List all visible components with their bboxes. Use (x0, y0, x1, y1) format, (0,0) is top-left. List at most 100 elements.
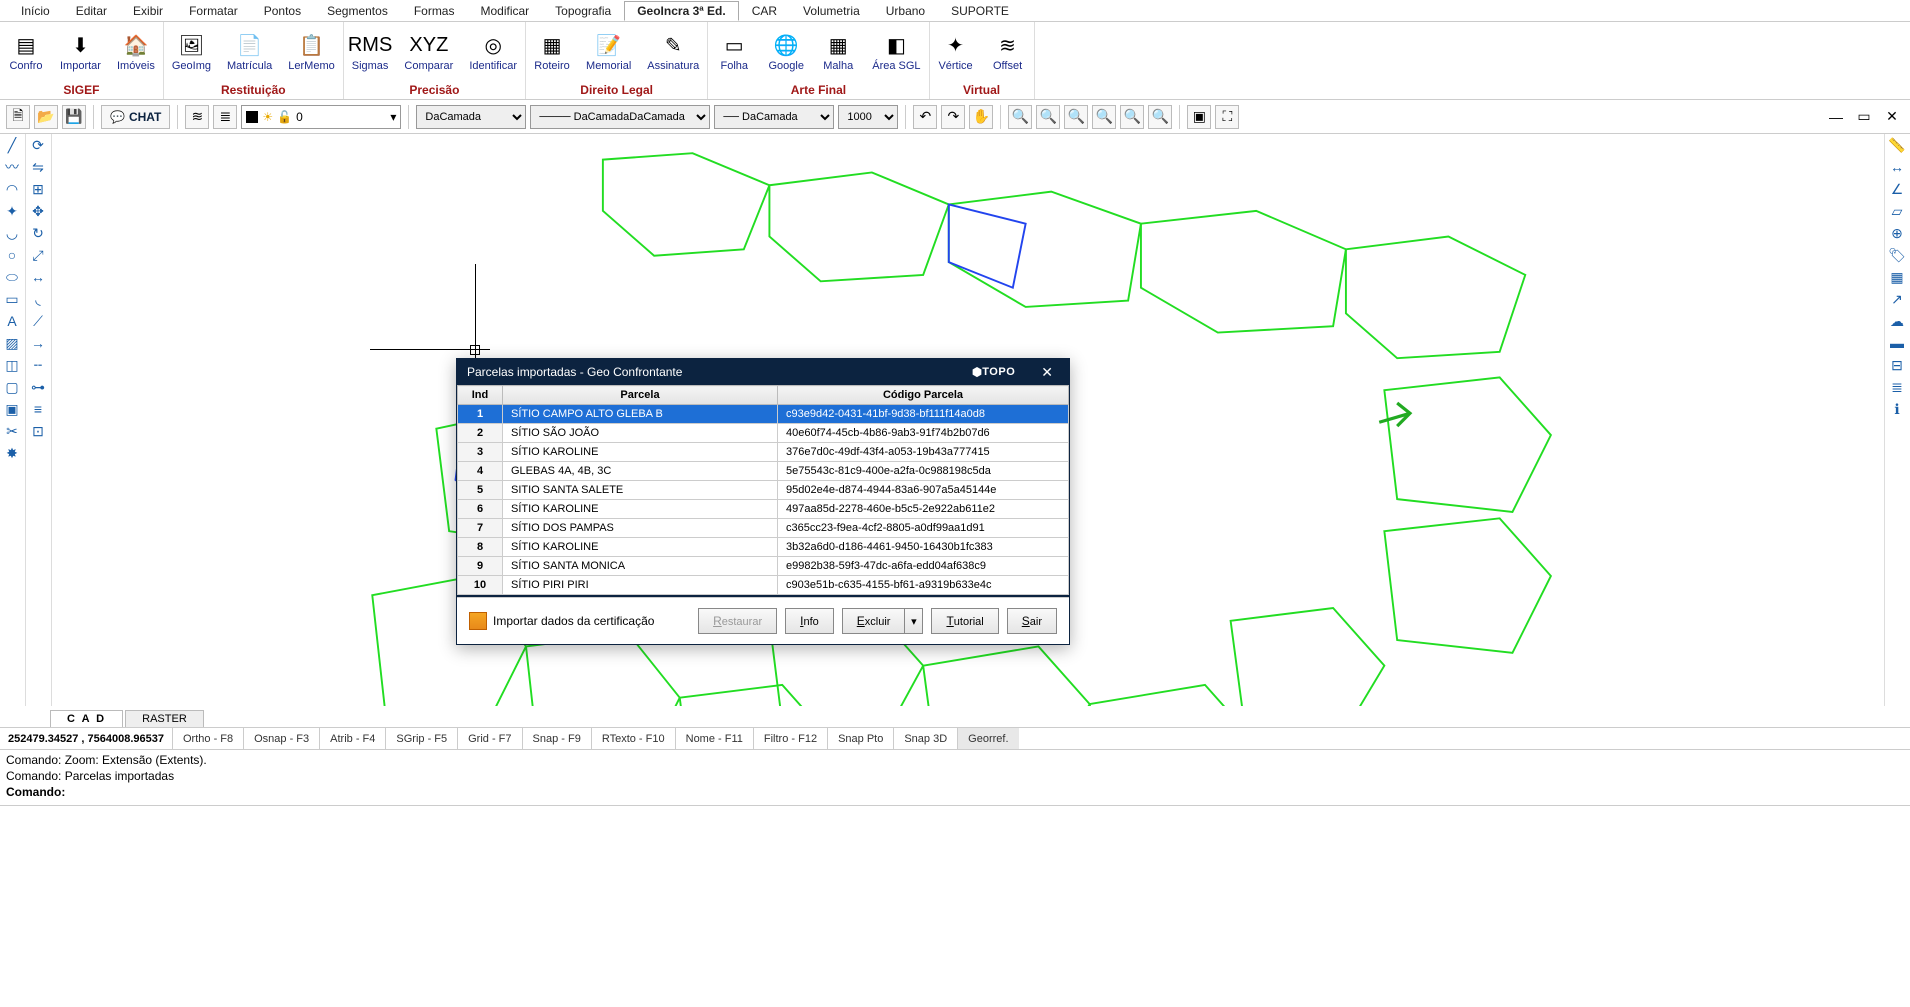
viewport-icon[interactable]: ▣ (1187, 105, 1211, 129)
explode-icon[interactable]: ✸ (0, 442, 24, 464)
status-nome-f11[interactable]: Nome - F11 (675, 728, 753, 749)
ellipse-icon[interactable]: ⬭ (0, 266, 24, 288)
menu-tab-pontos[interactable]: Pontos (251, 1, 314, 21)
tab-cad[interactable]: C A D (50, 710, 123, 727)
circle-icon[interactable]: ○ (0, 244, 24, 266)
color-bylayer-select[interactable]: DaCamada (416, 105, 526, 129)
join-icon[interactable]: ⊶ (26, 376, 50, 398)
status-osnap-f3[interactable]: Osnap - F3 (243, 728, 319, 749)
ribbon-importar-button[interactable]: ⬇Importar (52, 22, 109, 81)
status-atrib-f4[interactable]: Atrib - F4 (319, 728, 385, 749)
leader-icon[interactable]: ↗ (1885, 288, 1909, 310)
trim-icon[interactable]: ✂ (0, 420, 24, 442)
layers-icon[interactable]: ≋ (185, 105, 209, 129)
table-tool-icon[interactable]: ▦ (1885, 266, 1909, 288)
menu-tab-exibir[interactable]: Exibir (120, 1, 176, 21)
angle-icon[interactable]: ∠ (1885, 178, 1909, 200)
new-file-icon[interactable]: 🗎 (6, 105, 30, 129)
ribbon-im-veis-button[interactable]: 🏠Imóveis (109, 22, 163, 81)
save-file-icon[interactable]: 💾 (62, 105, 86, 129)
table-row[interactable]: 4GLEBAS 4A, 4B, 3C5e75543c-81c9-400e-a2f… (458, 462, 1069, 481)
linetype-select[interactable]: ──── DaCamadaDaCamada (530, 105, 710, 129)
hatch-icon[interactable]: ▨ (0, 332, 24, 354)
table-row[interactable]: 5SITIO SANTA SALETE95d02e4e-d874-4944-83… (458, 481, 1069, 500)
arc-icon[interactable]: ◠ (0, 178, 24, 200)
restaurar-button[interactable]: Restaurar (698, 608, 777, 634)
ribbon-assinatura-button[interactable]: ✎Assinatura (639, 22, 707, 81)
status-rtexto-f10[interactable]: RTexto - F10 (591, 728, 675, 749)
ribbon-v-rtice-button[interactable]: ✦Vértice (930, 22, 982, 81)
excluir-button[interactable]: Excluir (842, 608, 906, 634)
wipeout-icon[interactable]: ▬ (1885, 332, 1909, 354)
dialog-titlebar[interactable]: Parcelas importadas - Geo Confrontante ⬢… (457, 359, 1069, 385)
align-icon[interactable]: ≡ (26, 398, 50, 420)
fullscreen-icon[interactable]: ⛶ (1215, 105, 1239, 129)
excluir-dropdown-icon[interactable]: ▾ (905, 608, 923, 634)
menu-tab-modificar[interactable]: Modificar (467, 1, 542, 21)
zoom-out-icon[interactable]: 🔍 (1036, 105, 1060, 129)
zoom-in-icon[interactable]: 🔍 (1008, 105, 1032, 129)
table-row[interactable]: 3SÍTIO KAROLINE376e7d0c-49df-43f4-a053-1… (458, 443, 1069, 462)
open-file-icon[interactable]: 📂 (34, 105, 58, 129)
menu-tab-suporte[interactable]: SUPORTE (938, 1, 1022, 21)
move-icon[interactable]: ✥ (26, 200, 50, 222)
info-button[interactable]: Info (785, 608, 834, 634)
copy-icon[interactable]: ⊡ (26, 420, 50, 442)
table-row[interactable]: 7SÍTIO DOS PAMPASc365cc23-f9ea-4cf2-8805… (458, 519, 1069, 538)
menu-tab-geoincra-3-ed-[interactable]: GeoIncra 3ª Ed. (624, 1, 738, 21)
ribbon-matr-cula-button[interactable]: 📄Matrícula (219, 22, 280, 81)
dimension-icon[interactable]: ↔ (1885, 156, 1909, 178)
dialog-table-wrapper[interactable]: Ind Parcela Código Parcela 1SÍTIO CAMPO … (457, 385, 1069, 597)
ribbon-lermemo-button[interactable]: 📋LerMemo (280, 22, 342, 81)
fillet-icon[interactable]: ◟ (26, 288, 50, 310)
command-area[interactable]: Comando: Zoom: Extensão (Extents). Coman… (0, 750, 1910, 806)
menu-tab-car[interactable]: CAR (739, 1, 790, 21)
props-icon[interactable]: ℹ (1885, 398, 1909, 420)
table-row[interactable]: 10SÍTIO PIRI PIRIc903e51b-c635-4155-bf61… (458, 576, 1069, 595)
polyline-icon[interactable]: 〰 (0, 156, 24, 178)
text-icon[interactable]: A (0, 310, 24, 332)
table-row[interactable]: 2SÍTIO SÃO JOÃO40e60f74-45cb-4b86-9ab3-9… (458, 424, 1069, 443)
tab-raster[interactable]: RASTER (125, 710, 204, 727)
col-ind[interactable]: Ind (458, 386, 503, 405)
zoom-extents-icon[interactable]: 🔍 (1092, 105, 1116, 129)
status-grid-f7[interactable]: Grid - F7 (457, 728, 521, 749)
block-icon[interactable]: ▣ (0, 398, 24, 420)
undo-icon[interactable]: ↶ (913, 105, 937, 129)
label-icon[interactable]: 🏷 (1885, 244, 1909, 266)
menu-tab-topografia[interactable]: Topografia (542, 1, 624, 21)
menu-tab-formas[interactable]: Formas (401, 1, 468, 21)
table-row[interactable]: 9SÍTIO SANTA MONICAe9982b38-59f3-47dc-a6… (458, 557, 1069, 576)
layer-selector[interactable]: ☀ 🔓 0 ▾ (241, 105, 401, 129)
ribbon-identificar-button[interactable]: ◎Identificar (461, 22, 525, 81)
status-snap-pto[interactable]: Snap Pto (827, 728, 893, 749)
point-icon[interactable]: ✦ (0, 200, 24, 222)
window-minimize-icon[interactable]: — (1824, 105, 1848, 129)
redo-icon[interactable]: ↷ (941, 105, 965, 129)
status-sgrip-f5[interactable]: SGrip - F5 (385, 728, 457, 749)
spline-icon[interactable]: ◡ (0, 222, 24, 244)
import-cert-link[interactable]: Importar dados da certificação (469, 612, 690, 630)
rectangle-icon[interactable]: ▭ (0, 288, 24, 310)
ribbon-comparar-button[interactable]: XYZComparar (396, 22, 461, 81)
lineweight-select[interactable]: ── DaCamada (714, 105, 834, 129)
table-row[interactable]: 6SÍTIO KAROLINE497aa85d-2278-460e-b5c5-2… (458, 500, 1069, 519)
ribbon-roteiro-button[interactable]: ▦Roteiro (526, 22, 578, 81)
area-icon[interactable]: ▱ (1885, 200, 1909, 222)
group-icon[interactable]: ⊟ (1885, 354, 1909, 376)
menu-tab-formatar[interactable]: Formatar (176, 1, 251, 21)
sair-button[interactable]: Sair (1007, 608, 1057, 634)
offset-icon[interactable]: ⟳ (26, 134, 50, 156)
table-row[interactable]: 1SÍTIO CAMPO ALTO GLEBA Bc93e9d42-0431-4… (458, 405, 1069, 424)
zoom-window-icon[interactable]: 🔍 (1064, 105, 1088, 129)
cloud-icon[interactable]: ☁ (1885, 310, 1909, 332)
chamfer-icon[interactable]: ⟋ (26, 310, 50, 332)
ribbon--rea-sgl-button[interactable]: ◧Área SGL (864, 22, 928, 81)
menu-tab-in-cio[interactable]: Início (8, 1, 63, 21)
ribbon-sigmas-button[interactable]: RMSSigmas (344, 22, 397, 81)
region-icon[interactable]: ◫ (0, 354, 24, 376)
status-snap-3d[interactable]: Snap 3D (893, 728, 957, 749)
zoom-previous-icon[interactable]: 🔍 (1120, 105, 1144, 129)
ribbon-google-button[interactable]: 🌐Google (760, 22, 812, 81)
window-restore-icon[interactable]: ▭ (1852, 105, 1876, 129)
